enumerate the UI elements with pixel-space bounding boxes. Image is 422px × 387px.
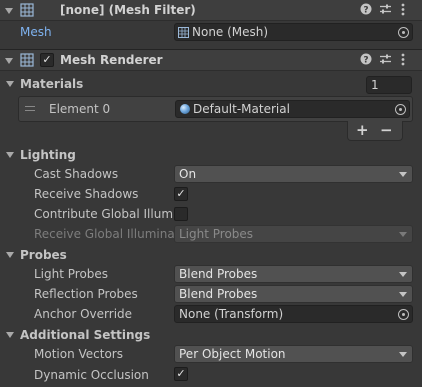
add-element-button[interactable]: + xyxy=(356,121,369,139)
help-icon[interactable]: ? xyxy=(360,3,372,18)
cast-shadows-dropdown[interactable]: On xyxy=(174,165,413,183)
mesh-renderer-header[interactable]: ✓ Mesh Renderer ? xyxy=(0,49,422,71)
mesh-label: Mesh xyxy=(20,25,52,39)
presets-icon[interactable] xyxy=(379,53,392,68)
element-0-material-value: Default-Material xyxy=(193,102,290,116)
svg-text:?: ? xyxy=(363,56,368,66)
reflection-probes-label: Reflection Probes xyxy=(34,287,138,301)
mesh-grid-icon xyxy=(178,27,189,38)
anchor-override-field[interactable]: None (Transform) xyxy=(174,305,413,323)
element-0-material-field[interactable]: Default-Material xyxy=(175,100,410,118)
receive-shadows-label: Receive Shadows xyxy=(34,187,139,201)
object-picker-icon[interactable] xyxy=(398,27,409,38)
probes-label: Probes xyxy=(20,248,67,262)
receive-gi-label: Receive Global Illuminati xyxy=(34,227,183,241)
probes-foldout-icon[interactable] xyxy=(6,252,14,258)
anchor-override-label: Anchor Override xyxy=(34,307,133,321)
lighting-label: Lighting xyxy=(20,148,76,162)
kebab-menu-icon[interactable] xyxy=(401,3,405,19)
reflection-probes-value: Blend Probes xyxy=(179,287,258,301)
mesh-renderer-icon xyxy=(20,53,34,67)
cast-shadows-value: On xyxy=(179,167,197,181)
lighting-foldout-icon[interactable] xyxy=(6,152,14,158)
mesh-filter-foldout-icon[interactable] xyxy=(5,8,13,14)
presets-icon[interactable] xyxy=(379,3,392,18)
chevron-down-icon xyxy=(399,292,407,297)
chevron-down-icon xyxy=(399,352,407,357)
receive-gi-dropdown: Light Probes xyxy=(174,225,413,243)
reflection-probes-dropdown[interactable]: Blend Probes xyxy=(174,285,413,303)
motion-vectors-dropdown[interactable]: Per Object Motion xyxy=(174,345,413,363)
additional-settings-label: Additional Settings xyxy=(20,328,151,342)
materials-count-field[interactable]: 1 xyxy=(366,76,412,94)
mesh-renderer-title: Mesh Renderer xyxy=(60,53,163,67)
contribute-gi-checkbox[interactable] xyxy=(174,207,188,221)
light-probes-label: Light Probes xyxy=(34,267,109,281)
materials-foldout-icon[interactable] xyxy=(6,81,14,87)
element-0-label: Element 0 xyxy=(49,102,111,116)
mesh-value: None (Mesh) xyxy=(192,25,269,39)
light-probes-value: Blend Probes xyxy=(179,267,258,281)
object-picker-icon[interactable] xyxy=(398,309,409,320)
object-picker-icon[interactable] xyxy=(395,104,406,115)
mesh-filter-header[interactable]: [none] (Mesh Filter) ? xyxy=(0,0,422,21)
mesh-renderer-foldout-icon[interactable] xyxy=(5,58,13,64)
checkmark-icon: ✓ xyxy=(42,53,52,66)
material-sphere-icon xyxy=(180,104,190,114)
contribute-gi-label: Contribute Global Illumin xyxy=(34,207,184,221)
dynamic-occlusion-label: Dynamic Occlusion xyxy=(34,368,149,382)
receive-gi-value: Light Probes xyxy=(179,227,254,241)
remove-element-button[interactable]: − xyxy=(380,121,393,139)
mesh-grid-icon xyxy=(20,3,34,17)
cast-shadows-label: Cast Shadows xyxy=(34,167,119,181)
chevron-down-icon xyxy=(399,172,407,177)
dynamic-occlusion-checkbox[interactable]: ✓ xyxy=(174,367,188,381)
anchor-override-value: None (Transform) xyxy=(179,307,284,321)
motion-vectors-value: Per Object Motion xyxy=(179,347,286,361)
mesh-object-field[interactable]: None (Mesh) xyxy=(174,23,413,41)
svg-text:?: ? xyxy=(363,6,368,16)
chevron-down-icon xyxy=(399,272,407,277)
chevron-down-icon xyxy=(399,232,407,237)
drag-handle-icon[interactable] xyxy=(25,106,35,111)
receive-shadows-checkbox[interactable]: ✓ xyxy=(174,187,188,201)
list-add-remove-buttons: + − xyxy=(347,121,403,141)
materials-list: Element 0 Default-Material xyxy=(18,96,413,122)
mesh-renderer-enabled-checkbox[interactable]: ✓ xyxy=(40,53,54,67)
materials-count-value: 1 xyxy=(371,78,379,92)
additional-settings-foldout-icon[interactable] xyxy=(6,332,14,338)
motion-vectors-label: Motion Vectors xyxy=(34,347,123,361)
materials-label: Materials xyxy=(20,77,84,91)
checkmark-icon: ✓ xyxy=(176,187,186,200)
checkmark-icon: ✓ xyxy=(176,367,186,380)
mesh-filter-title: [none] (Mesh Filter) xyxy=(60,3,196,17)
light-probes-dropdown[interactable]: Blend Probes xyxy=(174,265,413,283)
help-icon[interactable]: ? xyxy=(360,53,372,68)
kebab-menu-icon[interactable] xyxy=(401,53,405,69)
